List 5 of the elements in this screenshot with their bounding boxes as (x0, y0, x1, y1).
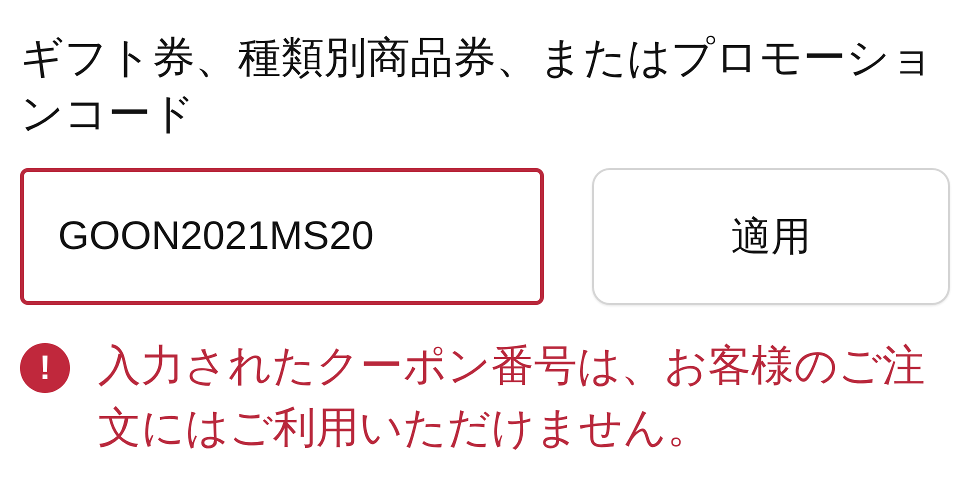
error-icon: ! (20, 343, 70, 393)
error-message: 入力されたクーポン番号は、お客様のご注文にはご利用いただけません。 (98, 341, 926, 454)
field-label: ギフト券、種類別商品券、またはプロモーションコード (20, 33, 935, 140)
apply-button[interactable]: 適用 (592, 168, 950, 305)
code-input-field[interactable]: GOON2021MS20 (20, 168, 544, 305)
